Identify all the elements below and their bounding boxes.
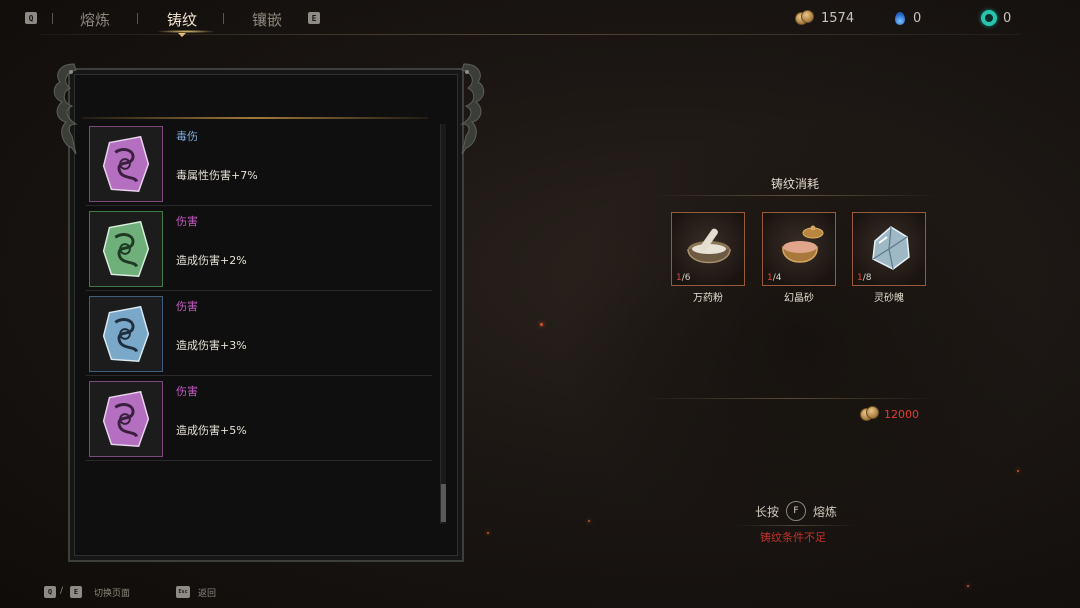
material-count: 1/8: [857, 273, 872, 283]
purple-rune-gem-icon: [89, 126, 163, 202]
esc-key-icon[interactable]: Esc: [176, 586, 190, 598]
hold-label: 长按: [755, 504, 780, 519]
cost-divider: [640, 398, 940, 399]
inscription-title: 毒伤: [176, 130, 198, 143]
inscription-title: 伤害: [176, 215, 198, 228]
top-bar-divider: [40, 34, 1020, 35]
material-name: 万药粉: [693, 293, 723, 304]
coin-icon: [860, 406, 880, 422]
inscription-list: 毒伤 毒属性伤害+7% 伤害 造成伤害+2% 伤害 造成伤害+3% 伤害 造成伤…: [86, 121, 432, 521]
mortar-pestle-icon: [687, 228, 731, 264]
tab-divider: [223, 13, 224, 24]
flame-resource: 0: [893, 10, 921, 26]
list-item[interactable]: 伤害 造成伤害+2%: [86, 206, 432, 291]
tab-smelting[interactable]: 熔炼: [80, 9, 110, 30]
inscription-effect: 造成伤害+3%: [176, 339, 247, 352]
ember-particle: [588, 520, 590, 522]
inscription-title: 伤害: [176, 300, 198, 313]
crystal-ore-icon: [872, 226, 910, 270]
f-key-button[interactable]: F: [786, 501, 807, 521]
blue-flame-icon: [893, 10, 907, 26]
coin-cost: 12000: [860, 406, 919, 422]
list-item[interactable]: 伤害 造成伤害+3%: [86, 291, 432, 376]
e-key-icon[interactable]: E: [70, 586, 82, 598]
inscription-effect: 造成伤害+2%: [176, 254, 247, 267]
inscription-effect: 造成伤害+5%: [176, 424, 247, 437]
inscription-effect: 毒属性伤害+7%: [176, 169, 258, 182]
list-scrollbar[interactable]: [440, 124, 446, 524]
ember-particle: [540, 323, 543, 326]
sand-jar-icon: [782, 225, 824, 263]
list-item[interactable]: 毒伤 毒属性伤害+7%: [86, 121, 432, 206]
tab-inscription[interactable]: 铸纹: [167, 9, 197, 30]
ember-particle: [1017, 470, 1019, 472]
purple-rune-gem-icon: [89, 381, 163, 457]
flame-count: 0: [913, 10, 922, 26]
material-count: 1/4: [767, 273, 782, 283]
material-slot[interactable]: 1/4 幻晶砂: [762, 212, 836, 304]
left-dragon-ornament-icon: [46, 58, 86, 158]
ember-particle: [967, 585, 969, 587]
hold-to-craft-prompt[interactable]: 长按 F 熔炼: [755, 501, 837, 521]
top-bar: Q 熔炼 铸纹 镶嵌 E 1574 0 0: [0, 0, 1080, 37]
back-label: 返回: [198, 589, 217, 599]
material-count: 1/6: [676, 273, 691, 283]
coin-icon: [795, 10, 815, 26]
material-box: 1/6: [671, 212, 745, 286]
material-box: 1/4: [762, 212, 836, 286]
material-slot[interactable]: 1/8 灵砂魄: [852, 212, 926, 304]
insufficient-warning: 铸纹条件不足: [760, 531, 826, 544]
list-item[interactable]: 伤害 造成伤害+5%: [86, 376, 432, 461]
cost-value: 12000: [884, 407, 919, 421]
material-name: 灵砂魄: [874, 293, 904, 304]
panel-header-line: [82, 117, 428, 119]
tab-inlay[interactable]: 镶嵌: [252, 9, 282, 30]
right-dragon-ornament-icon: [452, 58, 492, 158]
switch-page-label: 切换页面: [94, 589, 131, 599]
ring-count: 0: [1003, 10, 1012, 26]
ring-resource: 0: [981, 10, 1011, 26]
action-divider: [735, 525, 855, 526]
green-rune-gem-icon: [89, 211, 163, 287]
action-label: 熔炼: [813, 504, 838, 519]
tab-divider: [137, 13, 138, 24]
material-slot[interactable]: 1/6 万药粉: [671, 212, 745, 304]
consumption-title: 铸纹消耗: [770, 177, 819, 191]
scrollbar-thumb[interactable]: [441, 484, 446, 522]
key-separator: /: [60, 586, 64, 596]
coin-count: 1574: [821, 10, 855, 26]
material-name: 幻晶砂: [784, 293, 814, 304]
prev-tab-key[interactable]: Q: [25, 12, 37, 24]
jade-ring-icon: [981, 10, 997, 26]
consumption-divider: [650, 195, 940, 196]
material-box: 1/8: [852, 212, 926, 286]
ember-particle: [487, 532, 489, 534]
coin-resource: 1574: [795, 10, 854, 26]
next-tab-key[interactable]: E: [308, 12, 320, 24]
inscription-title: 伤害: [176, 385, 198, 398]
active-tab-glow: [158, 30, 214, 33]
blue-rune-gem-icon: [89, 296, 163, 372]
tab-divider: [52, 13, 53, 24]
q-key-icon[interactable]: Q: [44, 586, 56, 598]
